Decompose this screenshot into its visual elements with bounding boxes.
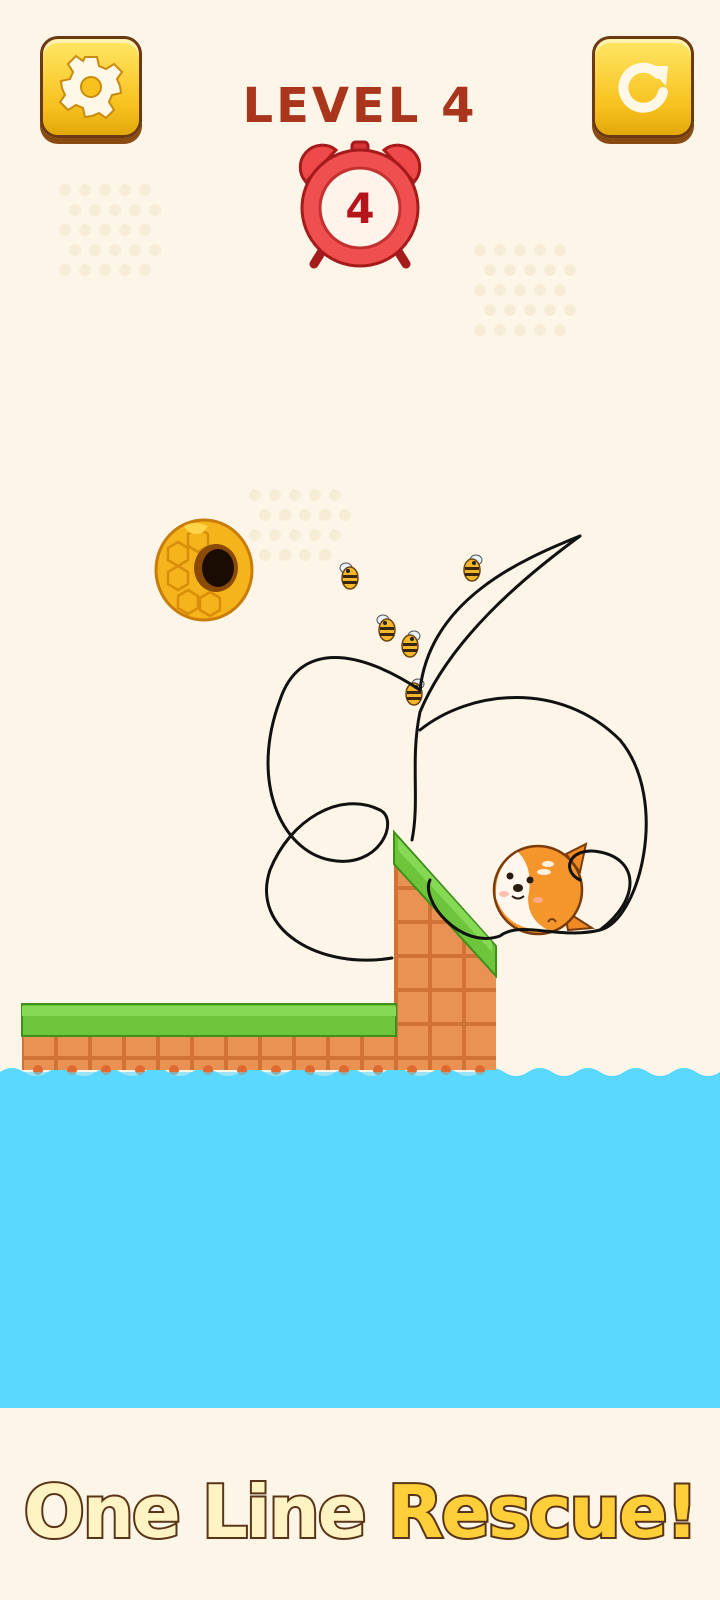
- title-word-rescue: Rescue!: [386, 1468, 701, 1556]
- title-word-line: Line: [200, 1468, 369, 1556]
- game-title: One Line Rescue!: [0, 1468, 720, 1556]
- drawn-line: [265, 534, 648, 962]
- water: [0, 1076, 720, 1408]
- game-stage[interactable]: LEVEL 4 4 One Line Rescue!: [0, 0, 720, 1600]
- title-word-one: One: [22, 1468, 183, 1556]
